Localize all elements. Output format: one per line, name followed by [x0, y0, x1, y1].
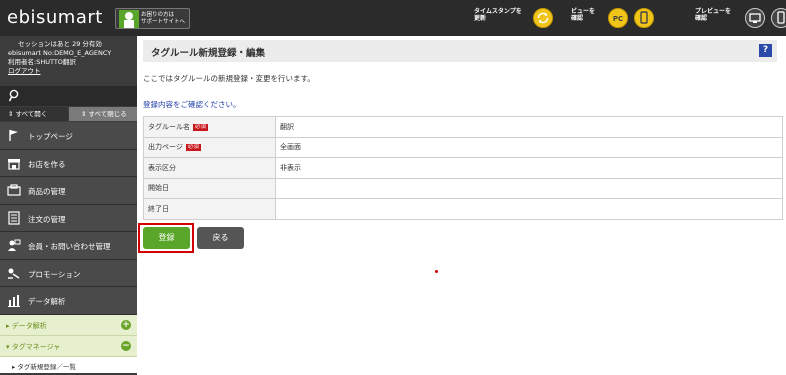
session-store-number: ebisumart No:DEMO_E_AGENCY	[8, 49, 112, 57]
logout-link[interactable]: ログアウト	[8, 67, 137, 76]
view-smartphone-button[interactable]	[634, 8, 654, 28]
preview-label: プレビューを 確認	[695, 8, 732, 22]
refresh-timestamp-button[interactable]	[533, 8, 553, 28]
page-title-bar: タグルール新規登録・編集 ?	[143, 40, 777, 62]
collapse-minus-icon[interactable]: −	[121, 340, 131, 351]
table-row: 表示区分 非表示	[143, 157, 783, 179]
row-value: 翻訳	[275, 116, 783, 138]
sidebar-link-tag-new-list[interactable]: ▸ タグ新規登録／一覧	[0, 356, 137, 373]
expand-all-button[interactable]: ⇕ すべて開く	[0, 107, 68, 121]
table-row: 終了日	[143, 198, 783, 220]
required-badge: 必須	[185, 144, 201, 152]
support-site-button[interactable]: お困りの方は サポートサイトへ	[115, 8, 190, 29]
smartphone-preview-icon	[777, 11, 785, 24]
search-icon	[9, 89, 19, 102]
row-value: 全画面	[275, 136, 783, 158]
back-button[interactable]: 戻る	[197, 227, 244, 249]
ebisumart-logo[interactable]: ebisumart	[7, 7, 103, 28]
sidebar-item-label: 商品の管理	[28, 187, 66, 196]
subitem-label: ▾ タグマネージャ	[6, 342, 61, 351]
confirmation-table: タグルール名 必須 翻訳 出力ページ 必須 全画面 表示区分 非表示 開始日 終了日	[143, 116, 783, 220]
sidebar-item-build-shop[interactable]: お店を作る	[0, 149, 137, 177]
session-info: セッションはあと 29 分有効 ebisumart No:DEMO_E_AGEN…	[0, 36, 137, 86]
tag-new-list-label: ▸ タグ新規登録／一覧	[12, 362, 76, 371]
row-value: 非表示	[275, 157, 783, 179]
sidebar-item-members[interactable]: 会員・お問い合わせ管理	[0, 232, 137, 260]
page-title: タグルール新規登録・編集	[151, 48, 266, 59]
flag-icon	[9, 130, 18, 141]
preview-smartphone-button[interactable]	[771, 8, 786, 28]
order-icon	[8, 210, 20, 225]
session-user-name: 利用者名:SHUTTO翻訳	[8, 58, 76, 66]
sidebar: セッションはあと 29 分有効 ebisumart No:DEMO_E_AGEN…	[0, 36, 137, 375]
view-pc-label: PC	[612, 15, 624, 23]
help-icon[interactable]: ?	[759, 44, 772, 57]
page-description: ここではタグルールの新規登録・変更を行います。	[143, 74, 315, 83]
support-figure-icon	[119, 10, 139, 28]
row-label: 終了日	[143, 198, 276, 220]
product-icon	[7, 184, 21, 196]
smartphone-icon	[640, 11, 648, 24]
sidebar-item-label: トップページ	[28, 132, 73, 141]
member-icon	[8, 239, 21, 251]
sidebar-item-label: 会員・お問い合わせ管理	[28, 242, 111, 251]
sidebar-item-data-analysis[interactable]: データ解析	[0, 287, 137, 315]
expand-collapse-row: ⇕ すべて開く ⇕ すべて閉じる	[0, 107, 137, 121]
row-label: 出力ページ 必須	[143, 136, 276, 158]
subitem-label: ▸ データ解析	[6, 321, 47, 330]
collapse-all-button[interactable]: ⇕ すべて閉じる	[69, 107, 137, 121]
sidebar-item-products[interactable]: 商品の管理	[0, 177, 137, 205]
confirm-message: 登録内容をご確認ください。	[143, 100, 241, 109]
promotion-icon	[8, 268, 20, 279]
register-button[interactable]: 登録	[143, 227, 190, 249]
collapse-all-label: すべて閉じる	[88, 110, 127, 118]
row-label: 開始日	[143, 177, 276, 199]
sidebar-search[interactable]	[0, 86, 137, 106]
shop-icon	[8, 158, 20, 170]
table-row: 出力ページ 必須 全画面	[143, 136, 783, 158]
red-dot-marker	[435, 270, 438, 273]
top-header: ebisumart お困りの方は サポートサイトへ タイムスタンプを 更新 ビュ…	[0, 0, 786, 36]
row-value	[275, 177, 783, 199]
row-value	[275, 198, 783, 220]
view-label: ビューを 確認	[571, 8, 596, 22]
sidebar-subitem-tag-manager[interactable]: ▾ タグマネージャ −	[0, 335, 137, 357]
timestamp-label: タイムスタンプを 更新	[474, 8, 522, 22]
expand-plus-icon[interactable]: +	[121, 319, 131, 330]
sidebar-item-top-page[interactable]: トップページ	[0, 122, 137, 150]
sidebar-item-orders[interactable]: 注文の管理	[0, 204, 137, 232]
chart-icon	[8, 295, 20, 307]
sidebar-item-label: 注文の管理	[28, 214, 66, 224]
row-label: タグルール名 必須	[143, 116, 276, 138]
sidebar-item-label: お店を作る	[28, 159, 66, 169]
support-site-label: お困りの方は サポートサイトへ	[141, 12, 186, 25]
session-remaining: セッションはあと 29 分有効	[18, 40, 102, 48]
view-pc-button[interactable]: PC	[608, 8, 628, 28]
sidebar-menu: トップページ お店を作る 商品の管理 注文の管理 会員・お問い合わせ管理 プロモ…	[0, 122, 137, 373]
preview-pc-button[interactable]	[745, 8, 765, 28]
sidebar-subitem-data-analysis[interactable]: ▸ データ解析 +	[0, 314, 137, 336]
table-row: タグルール名 必須 翻訳	[143, 116, 783, 138]
table-row: 開始日	[143, 177, 783, 199]
monitor-icon	[749, 13, 761, 23]
sidebar-item-label: データ解析	[28, 297, 66, 306]
expand-all-label: すべて開く	[15, 110, 48, 118]
expand-icon: ⇕	[8, 110, 16, 118]
collapse-icon: ⇕	[81, 110, 89, 118]
main-content: タグルール新規登録・編集 ? ここではタグルールの新規登録・変更を行います。 登…	[137, 36, 786, 375]
sidebar-item-label: プロモーション	[28, 269, 81, 279]
refresh-icon	[537, 12, 549, 24]
row-label: 表示区分	[143, 157, 276, 179]
sidebar-item-promotion[interactable]: プロモーション	[0, 259, 137, 287]
required-badge: 必須	[193, 123, 209, 131]
